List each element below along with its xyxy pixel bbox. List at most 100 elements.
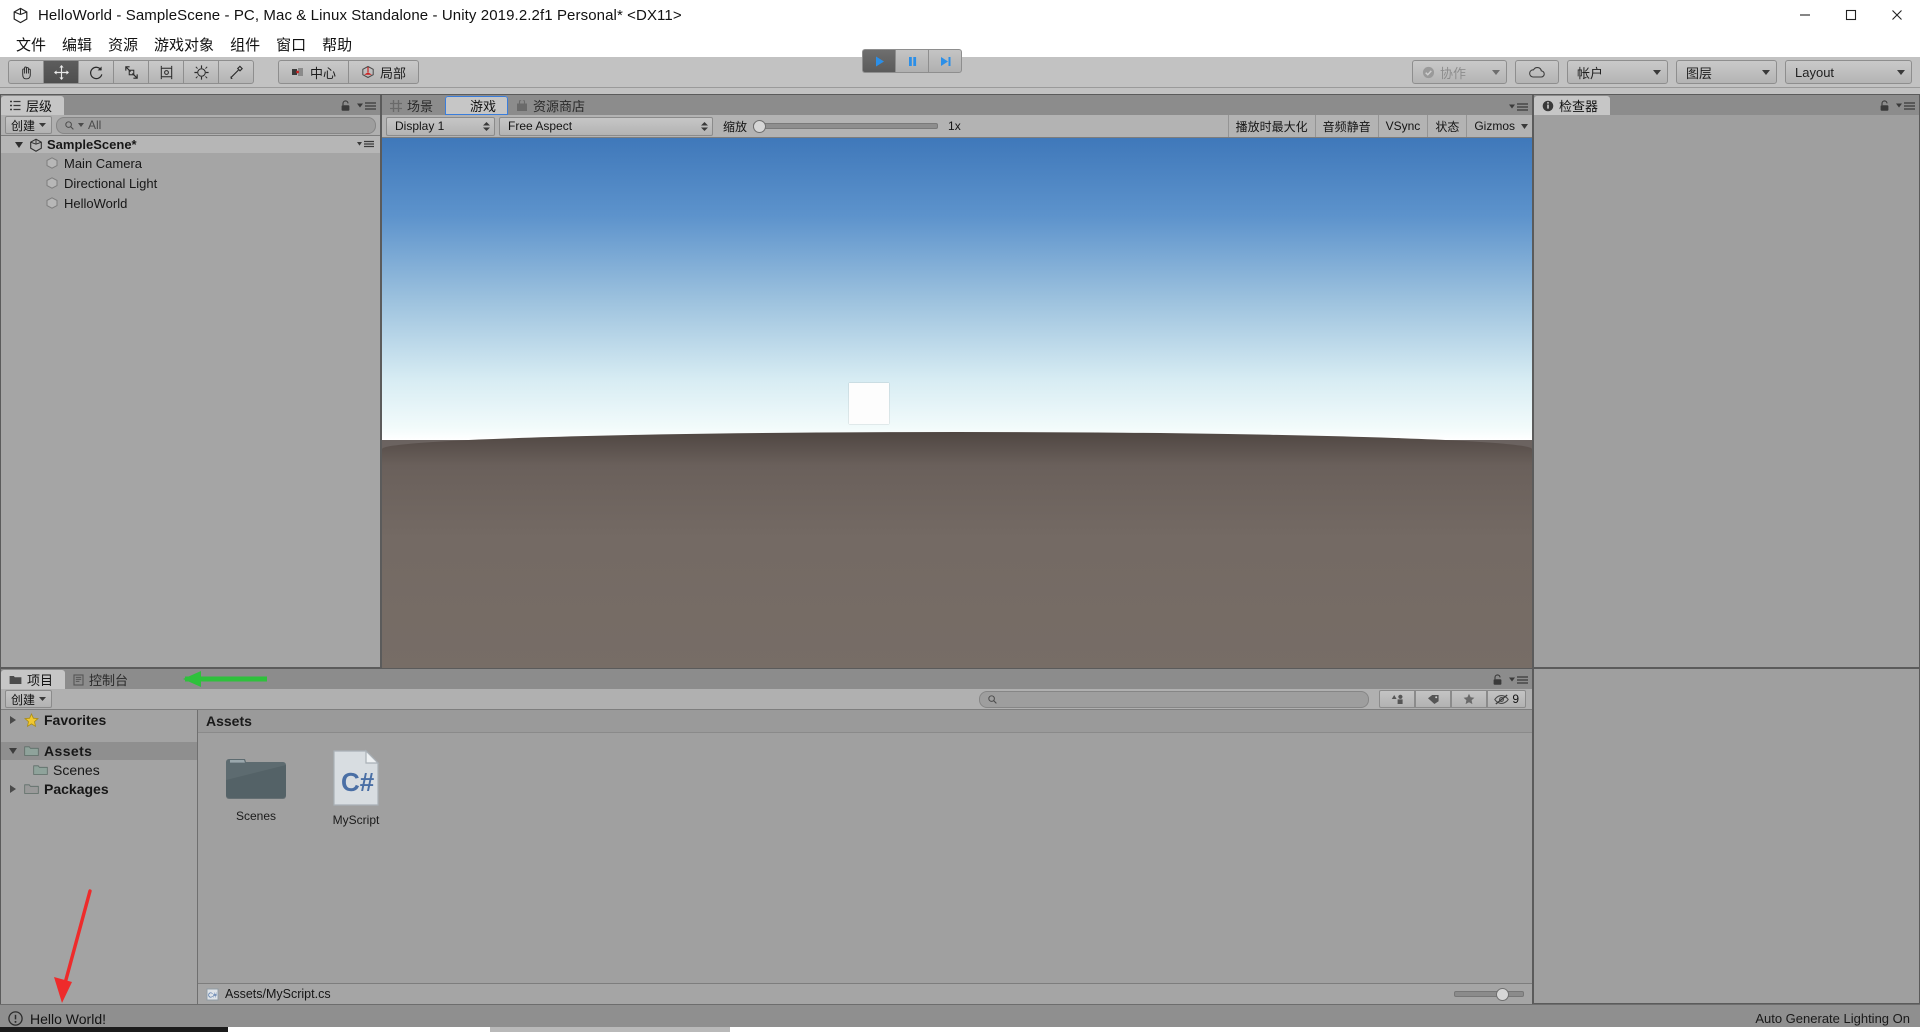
layers-button[interactable]: 图层 bbox=[1676, 60, 1777, 84]
pause-button[interactable] bbox=[895, 49, 928, 73]
maximize-on-play-toggle[interactable]: 播放时最大化 bbox=[1227, 115, 1315, 137]
pause-icon bbox=[908, 56, 916, 66]
inspector-tabstrip: 检查器 bbox=[1534, 95, 1919, 115]
lock-icon[interactable] bbox=[1879, 100, 1890, 112]
display-selector[interactable]: Display 1 bbox=[386, 116, 495, 136]
tab-scene[interactable]: 场景 bbox=[382, 96, 445, 115]
hierarchy-scene-row[interactable]: SampleScene* bbox=[1, 136, 380, 153]
hierarchy-item-directional-light[interactable]: Directional Light bbox=[1, 173, 380, 193]
taskbar-active-segment bbox=[0, 1027, 228, 1032]
asset-item-myscript[interactable]: C# MyScript bbox=[318, 749, 394, 827]
filter-hidden-icon[interactable]: 9 bbox=[1487, 690, 1526, 708]
gameobject-icon bbox=[46, 177, 58, 189]
hierarchy-item-label: Directional Light bbox=[64, 175, 158, 191]
rect-tool-icon[interactable] bbox=[148, 60, 183, 84]
panel-menu-icon[interactable] bbox=[357, 101, 376, 111]
twisty-right-icon[interactable] bbox=[7, 784, 19, 793]
tab-game[interactable]: 游戏 bbox=[445, 96, 509, 115]
project-tree-packages[interactable]: Packages bbox=[1, 779, 197, 798]
layout-button[interactable]: Layout bbox=[1785, 60, 1912, 84]
hand-tool-icon[interactable] bbox=[8, 60, 43, 84]
status-lighting-text: Auto Generate Lighting On bbox=[1755, 1011, 1910, 1026]
tab-project[interactable]: 项目 bbox=[1, 670, 66, 689]
tab-inspector[interactable]: 检查器 bbox=[1534, 96, 1611, 115]
status-message-text: Hello World! bbox=[30, 1010, 106, 1027]
collab-button[interactable]: 协作 bbox=[1412, 60, 1507, 84]
hierarchy-item-main-camera[interactable]: Main Camera bbox=[1, 153, 380, 173]
project-create-button[interactable]: 创建 bbox=[5, 690, 53, 708]
hierarchy-search-input[interactable]: All bbox=[56, 116, 376, 134]
center-tabstrip: 场景 游戏 资源商店 bbox=[382, 95, 1532, 115]
menu-item-gameobject[interactable]: 游戏对象 bbox=[146, 32, 222, 57]
folder-icon bbox=[24, 783, 39, 794]
status-message-group[interactable]: Hello World! bbox=[0, 1011, 106, 1027]
panel-menu-icon[interactable] bbox=[1509, 675, 1528, 685]
scale-slider[interactable] bbox=[753, 119, 939, 133]
scale-value: 1x bbox=[948, 119, 961, 133]
menu-item-component[interactable]: 组件 bbox=[222, 32, 268, 57]
unity-icon bbox=[6, 0, 34, 30]
menu-item-assets[interactable]: 资源 bbox=[100, 32, 146, 57]
menu-item-window[interactable]: 窗口 bbox=[268, 32, 314, 57]
scene-menu-icon[interactable] bbox=[357, 137, 374, 152]
cloud-button[interactable] bbox=[1515, 60, 1559, 84]
inspector-lower-area bbox=[1533, 668, 1920, 1004]
pivot-mode-button[interactable]: 中心 bbox=[278, 60, 349, 84]
project-tree-scenes[interactable]: Scenes bbox=[1, 760, 197, 779]
gizmos-dropdown[interactable]: Gizmos bbox=[1466, 115, 1532, 137]
lock-icon[interactable] bbox=[340, 100, 351, 112]
game-tab-actions bbox=[1509, 102, 1528, 112]
grid-icon bbox=[390, 99, 402, 112]
twisty-right-icon[interactable] bbox=[7, 716, 19, 724]
game-view-render[interactable] bbox=[382, 138, 1532, 668]
twisty-down-icon[interactable] bbox=[7, 748, 19, 754]
project-tree-favorites[interactable]: Favorites bbox=[1, 710, 197, 730]
tab-console[interactable]: 控制台 bbox=[65, 670, 140, 689]
custom-tool-icon[interactable] bbox=[218, 60, 254, 84]
close-icon[interactable] bbox=[1874, 0, 1920, 30]
tab-hierarchy[interactable]: 层级 bbox=[1, 96, 65, 115]
hierarchy-create-button[interactable]: 创建 bbox=[5, 116, 53, 134]
project-search-input[interactable] bbox=[979, 690, 1370, 708]
menu-item-file[interactable]: 文件 bbox=[8, 32, 54, 57]
twisty-down-icon[interactable] bbox=[13, 141, 25, 148]
scale-tool-icon[interactable] bbox=[113, 60, 148, 84]
stats-toggle[interactable]: 状态 bbox=[1427, 115, 1466, 137]
inspector-panel: 检查器 bbox=[1533, 94, 1920, 668]
step-button[interactable] bbox=[928, 49, 962, 73]
hierarchy-item-helloworld[interactable]: HelloWorld bbox=[1, 193, 380, 213]
filter-label-icon[interactable] bbox=[1415, 690, 1452, 708]
collab-icon bbox=[1422, 66, 1435, 78]
thumbnail-zoom-handle[interactable] bbox=[1496, 987, 1509, 1001]
vsync-toggle[interactable]: VSync bbox=[1377, 115, 1428, 137]
inspector-body bbox=[1534, 115, 1919, 667]
menu-item-help[interactable]: 帮助 bbox=[314, 32, 360, 57]
aspect-selector[interactable]: Free Aspect bbox=[499, 116, 713, 136]
thumbnail-zoom-slider[interactable] bbox=[1454, 987, 1524, 1001]
assets-breadcrumb: Assets bbox=[198, 710, 1532, 733]
hierarchy-item-label: Main Camera bbox=[64, 155, 143, 171]
hierarchy-tree: SampleScene* Main Camera Directional Lig… bbox=[1, 136, 380, 213]
menu-item-edit[interactable]: 编辑 bbox=[54, 32, 100, 57]
minimize-icon[interactable] bbox=[1782, 0, 1828, 30]
mute-audio-toggle[interactable]: 音频静音 bbox=[1314, 115, 1378, 137]
tab-asset-store[interactable]: 资源商店 bbox=[508, 96, 597, 115]
rotate-tool-icon[interactable] bbox=[78, 60, 113, 84]
filter-hidden-count: 9 bbox=[1512, 692, 1519, 706]
asset-item-scenes[interactable]: Scenes bbox=[218, 749, 294, 823]
filter-type-icon[interactable] bbox=[1379, 690, 1416, 708]
play-controls-group bbox=[862, 49, 962, 73]
panel-menu-icon[interactable] bbox=[1896, 101, 1915, 111]
scale-slider-handle[interactable] bbox=[753, 119, 767, 133]
svg-text:C#: C# bbox=[341, 767, 375, 797]
project-tree-assets[interactable]: Assets bbox=[1, 742, 197, 760]
account-button[interactable]: 帐户 bbox=[1567, 60, 1668, 84]
transform-tool-icon[interactable] bbox=[183, 60, 218, 84]
play-button[interactable] bbox=[862, 49, 895, 73]
space-mode-button[interactable]: 局部 bbox=[348, 60, 420, 84]
filter-favorite-icon[interactable] bbox=[1451, 690, 1488, 708]
move-tool-icon[interactable] bbox=[43, 60, 78, 84]
maximize-icon[interactable] bbox=[1828, 0, 1874, 30]
lock-icon[interactable] bbox=[1492, 674, 1503, 686]
panel-menu-icon[interactable] bbox=[1509, 102, 1528, 112]
